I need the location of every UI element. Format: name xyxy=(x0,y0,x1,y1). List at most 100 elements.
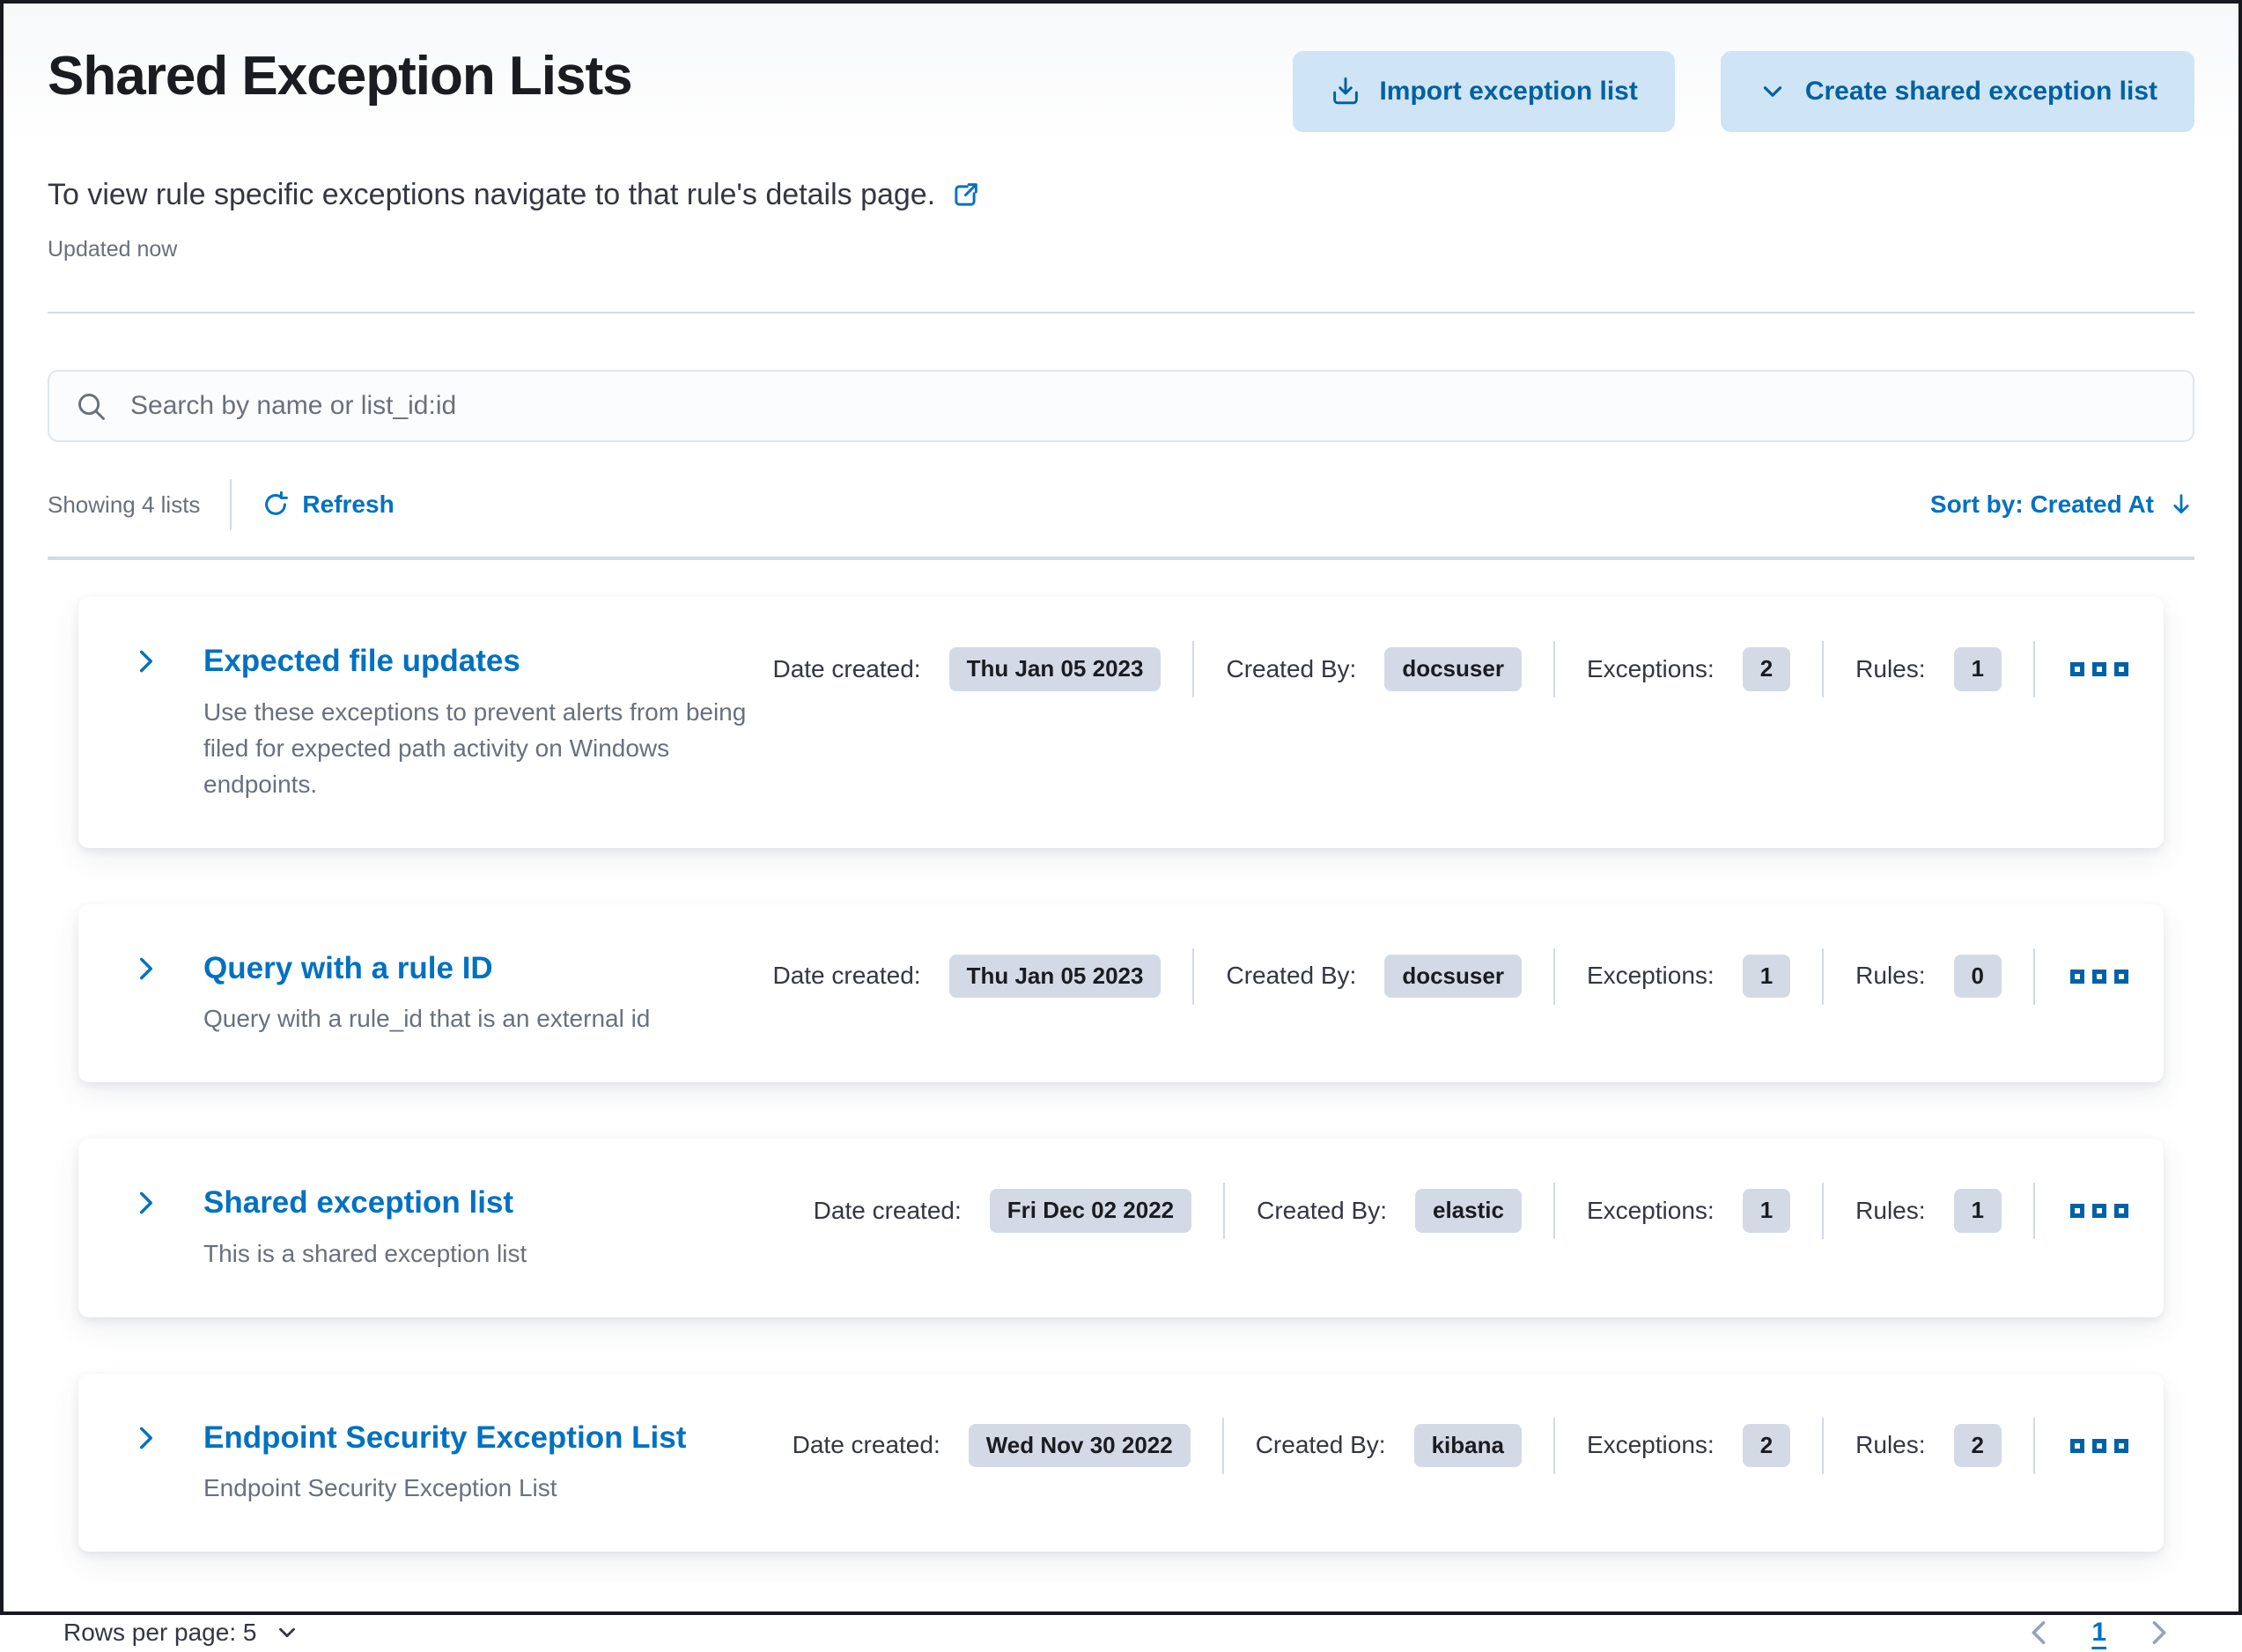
utility-bar: Showing 4 lists Refresh Sort by: Created… xyxy=(48,479,2194,530)
updated-status: Updated now xyxy=(48,237,178,262)
created-by-label: Created By: xyxy=(1226,962,1357,990)
exceptions-label: Exceptions: xyxy=(1586,654,1715,682)
chevron-right-icon xyxy=(139,957,153,979)
next-page-button[interactable] xyxy=(2140,1613,2179,1652)
showing-count: Showing 4 lists xyxy=(48,490,201,518)
list-meta: Date created: Wed Nov 30 2022 Created By… xyxy=(792,1417,2132,1474)
date-created-label: Date created: xyxy=(792,1431,940,1459)
meta-divider xyxy=(2033,1417,2035,1474)
exceptions-label: Exceptions: xyxy=(1586,1196,1715,1224)
date-created-badge: Wed Nov 30 2022 xyxy=(968,1423,1191,1468)
rules-label: Rules: xyxy=(1855,1431,1926,1459)
meta-divider xyxy=(1221,1417,1224,1474)
expand-list-button[interactable] xyxy=(131,1183,161,1221)
meta-divider xyxy=(1223,1183,1226,1239)
meta-divider xyxy=(1822,641,1825,697)
import-exception-list-button[interactable]: Import exception list xyxy=(1293,51,1675,132)
page-title: Shared Exception Lists xyxy=(48,46,633,107)
table-footer: Rows per page: 5 1 xyxy=(48,1613,2194,1652)
rows-per-page-button[interactable]: Rows per page: 5 xyxy=(63,1619,300,1647)
page-subtitle: To view rule specific exceptions navigat… xyxy=(48,178,936,211)
search-bar xyxy=(48,370,2194,442)
actions-menu-button[interactable] xyxy=(2067,961,2132,992)
date-created-badge: Thu Jan 05 2023 xyxy=(948,954,1162,999)
meta-divider xyxy=(1822,1183,1825,1239)
page-header: Shared Exception Lists Import exception … xyxy=(48,44,2194,132)
date-created-label: Date created: xyxy=(813,1196,962,1224)
refresh-button[interactable]: Refresh xyxy=(262,490,395,519)
chevron-left-icon xyxy=(2032,1620,2046,1645)
create-button-label: Create shared exception list xyxy=(1804,77,2157,106)
created-by-badge: elastic xyxy=(1414,1189,1522,1233)
chevron-right-icon xyxy=(139,650,153,673)
boxes-horizontal-icon xyxy=(2070,662,2084,676)
list-title-link[interactable]: Endpoint Security Exception List xyxy=(203,1418,686,1458)
chevron-down-icon xyxy=(1763,86,1781,97)
boxes-horizontal-icon xyxy=(2070,1204,2084,1218)
date-created-badge: Fri Dec 02 2022 xyxy=(989,1189,1192,1233)
meta-divider xyxy=(1192,641,1195,697)
created-by-label: Created By: xyxy=(1257,1196,1387,1224)
exceptions-count-badge: 1 xyxy=(1742,1189,1791,1233)
meta-divider xyxy=(1822,948,1825,1005)
actions-menu-button[interactable] xyxy=(2067,1430,2132,1462)
meta-divider xyxy=(1552,948,1555,1005)
rules-count-badge: 2 xyxy=(1953,1423,2002,1468)
import-action-icon xyxy=(1333,77,1359,105)
date-created-label: Date created: xyxy=(772,654,921,682)
rules-label: Rules: xyxy=(1855,962,1926,990)
actions-menu-button[interactable] xyxy=(2067,653,2132,685)
exception-list-card: Endpoint Security Exception List Endpoin… xyxy=(78,1373,2164,1552)
rows-per-page-label: Rows per page: 5 xyxy=(63,1619,257,1646)
search-input[interactable] xyxy=(48,370,2194,442)
meta-divider xyxy=(1192,948,1195,1005)
meta-divider xyxy=(1552,1417,1555,1474)
header-divider xyxy=(48,312,2194,313)
actions-menu-button[interactable] xyxy=(2067,1195,2132,1227)
meta-divider xyxy=(2033,948,2035,1005)
date-created-badge: Thu Jan 05 2023 xyxy=(948,647,1162,691)
created-by-label: Created By: xyxy=(1255,1431,1386,1459)
list-meta: Date created: Thu Jan 05 2023 Created By… xyxy=(772,641,2132,697)
exception-list-card: Query with a rule ID Query with a rule_i… xyxy=(78,903,2164,1082)
created-by-label: Created By: xyxy=(1226,654,1357,682)
chevron-right-icon xyxy=(139,1191,153,1214)
list-meta: Date created: Fri Dec 02 2022 Created By… xyxy=(814,1183,2132,1239)
list-title-link[interactable]: Query with a rule ID xyxy=(203,948,493,989)
page-number-1[interactable]: 1 xyxy=(2091,1618,2106,1648)
list-description: This is a shared exception list xyxy=(203,1239,527,1267)
exceptions-label: Exceptions: xyxy=(1586,1431,1715,1459)
refresh-icon xyxy=(265,490,289,515)
meta-divider xyxy=(1552,1183,1555,1239)
expand-list-button[interactable] xyxy=(131,948,161,986)
exceptions-count-badge: 1 xyxy=(1742,954,1791,999)
utility-divider xyxy=(230,479,232,530)
expand-list-button[interactable] xyxy=(131,1418,161,1456)
expand-list-button[interactable] xyxy=(131,641,161,679)
list-title-link[interactable]: Shared exception list xyxy=(203,1183,513,1223)
date-created-label: Date created: xyxy=(772,962,921,990)
list-meta: Date created: Thu Jan 05 2023 Created By… xyxy=(772,948,2132,1005)
list-description: Endpoint Security Exception List xyxy=(203,1474,557,1501)
shared-exception-lists-page: Shared Exception Lists Import exception … xyxy=(4,4,2238,1647)
meta-divider xyxy=(2033,641,2035,697)
boxes-horizontal-icon xyxy=(2070,1438,2084,1453)
external-link-icon[interactable] xyxy=(949,180,981,211)
rules-count-badge: 1 xyxy=(1953,1189,2002,1233)
create-shared-exception-list-button[interactable]: Create shared exception list xyxy=(1720,51,2194,132)
sort-by-button[interactable]: Sort by: Created At xyxy=(1930,490,2194,519)
exception-list-card: Shared exception list This is a shared e… xyxy=(78,1139,2164,1317)
list-description: Query with a rule_id that is an external… xyxy=(203,1005,651,1032)
boxes-horizontal-icon xyxy=(2070,969,2084,984)
chevron-right-icon xyxy=(2152,1620,2166,1645)
rules-label: Rules: xyxy=(1855,654,1926,682)
previous-page-button[interactable] xyxy=(2019,1613,2058,1652)
sort-by-label: Sort by: Created At xyxy=(1929,490,2154,518)
header-actions: Import exception list Create shared exce… xyxy=(1293,44,2194,132)
meta-divider xyxy=(1822,1417,1825,1474)
list-title-link[interactable]: Expected file updates xyxy=(203,641,520,682)
exception-list-card: Expected file updates Use these exceptio… xyxy=(78,597,2164,848)
created-by-badge: docsuser xyxy=(1384,647,1522,691)
rules-label: Rules: xyxy=(1855,1196,1926,1224)
pagination: 1 xyxy=(2019,1613,2179,1652)
